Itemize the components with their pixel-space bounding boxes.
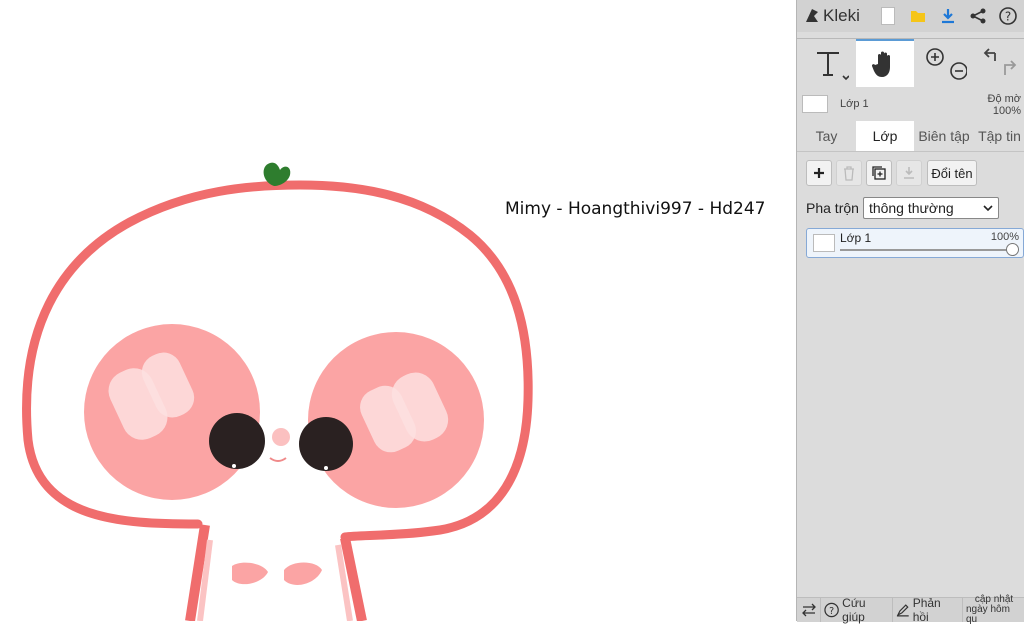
text-tool-icon [817,52,849,81]
plus-icon [814,168,824,178]
layer-opacity-value: 100% [990,231,1019,243]
download-icon [942,9,954,24]
new-file-icon [881,7,895,25]
top-bar: Kleki ? [797,0,1024,32]
blend-mode-value: thông thường [868,200,954,216]
kleki-logo-icon [806,9,818,22]
hand-tool-button[interactable] [856,39,914,87]
app-name: Kleki [823,6,860,25]
open-file-button[interactable] [903,1,933,31]
current-layer-name: Lớp 1 [840,98,869,110]
undo-icon [983,48,996,61]
zoom-in-icon [926,48,944,66]
current-layer-info: Lớp 1 Độ mờ 100% [797,90,1024,120]
canvas-watermark-text: Mimy - Hoangthivi997 - Hd247 [505,199,766,219]
left-eye [209,413,265,469]
svg-text:?: ? [1005,10,1011,24]
app-logo[interactable]: Kleki [803,6,873,26]
feedback-pen-icon [896,604,909,617]
add-layer-button[interactable] [806,160,832,186]
drawing-artwork [22,162,533,621]
layer-opacity-slider[interactable] [840,243,1019,256]
undo-redo-buttons [973,39,1024,87]
duplicate-icon [872,166,886,180]
layer-opacity-slider-handle[interactable] [1006,243,1019,256]
delete-layer-button[interactable] [836,160,862,186]
layer-item[interactable]: Lớp 1 100% [806,228,1024,258]
nose [272,428,290,446]
undo-redo-icons [983,48,1017,75]
svg-text:?: ? [829,606,834,617]
new-file-button[interactable] [873,1,903,31]
blend-mode-select[interactable]: thông thường [862,197,999,219]
question-icon: ? [824,602,839,618]
right-eye [299,417,353,471]
update-link[interactable]: cập nhật ngày hôm qu [963,595,1024,625]
current-layer-thumbnail [802,95,828,113]
blend-label: Pha trộn [806,200,859,216]
drawing-canvas[interactable]: Mimy - Hoangthivi997 - Hd247 [0,0,796,621]
tool-row [797,38,1024,87]
tab-file[interactable]: Tập tin [974,121,1024,151]
tab-edit[interactable]: Biên tập [914,121,974,151]
bottom-bar: ? Cứu giúp Phản hồi cập nhật ngày hôm qu [797,595,1024,625]
zoom-icons [926,48,967,80]
layer-buttons: Đổi tên [797,160,1024,188]
opacity-value: 100% [992,105,1021,117]
swap-sides-button[interactable] [797,598,821,622]
redo-icon [1004,60,1017,75]
help-link[interactable]: ? Cứu giúp [821,596,893,624]
update-label-line2: ngày hôm qu [966,604,1010,625]
mouth [269,457,287,462]
zoom-out-icon [950,62,967,80]
hand-icon [871,51,890,77]
help-label: Cứu giúp [842,596,866,624]
share-button[interactable] [963,1,993,31]
merge-down-icon [904,167,914,179]
save-button[interactable] [933,1,963,31]
rename-layer-button[interactable]: Đổi tên [927,160,977,186]
share-icon [970,8,986,24]
trash-icon [844,166,854,181]
layer-name: Lớp 1 [840,231,872,245]
question-icon: ? [999,7,1017,25]
sidebar: Kleki ? Lớp 1 Độ mờ 100% Tay Lớp Biên tậ… [796,0,1024,625]
layer-thumbnail [813,234,835,252]
text-tool-button[interactable] [803,39,855,87]
tab-layers[interactable]: Lớp [856,121,914,151]
swap-arrows-icon [801,603,816,617]
feedback-label: Phản hồi [912,596,941,624]
chevron-down-icon [983,205,993,212]
merge-down-button[interactable] [896,160,922,186]
folder-icon [911,11,925,22]
opacity-label: Độ mờ [987,93,1022,105]
panel-tabs: Tay Lớp Biên tập Tập tin [797,121,1024,152]
zoom-buttons [917,39,969,87]
duplicate-layer-button[interactable] [866,160,892,186]
feedback-link[interactable]: Phản hồi [893,596,963,624]
blend-mode-row: Pha trộn thông thường [806,196,999,220]
help-button[interactable]: ? [993,1,1023,31]
tab-brush[interactable]: Tay [797,121,856,151]
